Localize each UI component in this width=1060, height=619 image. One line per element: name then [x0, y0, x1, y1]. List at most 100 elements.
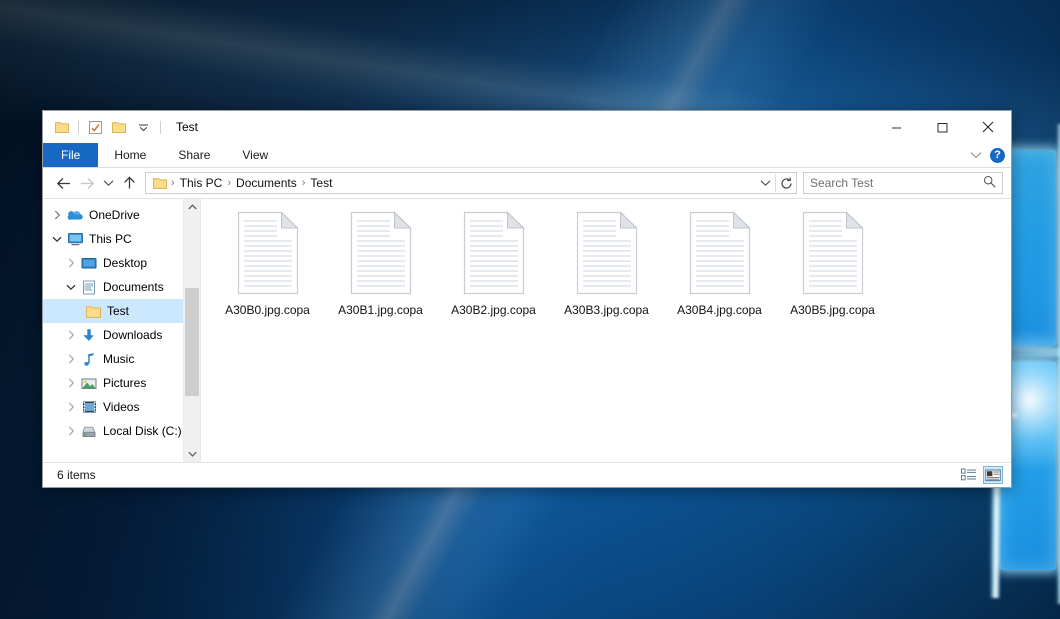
generic-document-icon	[687, 211, 753, 295]
quick-access-toolbar: Test	[43, 111, 198, 143]
chevron-right-icon[interactable]	[63, 378, 79, 388]
explorer-body: OneDrive This PC	[43, 198, 1011, 462]
file-item[interactable]: A30B5.jpg.copa	[776, 207, 889, 318]
sidebar-item-label: This PC	[87, 232, 132, 246]
sidebar-item-local-disk-c[interactable]: Local Disk (C:)	[43, 419, 200, 443]
sidebar-item-label: Local Disk (C:)	[101, 424, 182, 438]
file-list-area[interactable]: A30B0.jpg.copa	[201, 199, 1011, 462]
breadcrumb-item-test[interactable]: Test	[306, 176, 336, 190]
recent-locations-button[interactable]	[99, 171, 117, 195]
search-icon[interactable]	[983, 175, 996, 191]
file-item[interactable]: A30B3.jpg.copa	[550, 207, 663, 318]
file-name: A30B0.jpg.copa	[225, 303, 310, 318]
sidebar-item-label: Music	[101, 352, 134, 366]
sidebar-item-onedrive[interactable]: OneDrive	[43, 203, 200, 227]
generic-document-icon	[574, 211, 640, 295]
hard-drive-icon	[79, 425, 99, 438]
chevron-down-icon[interactable]	[49, 236, 65, 243]
chevron-right-icon[interactable]	[63, 354, 79, 364]
documents-icon	[79, 280, 99, 295]
chevron-right-icon[interactable]	[63, 426, 79, 436]
navigation-pane: OneDrive This PC	[43, 199, 201, 462]
file-grid: A30B0.jpg.copa	[211, 207, 1011, 318]
close-button[interactable]	[965, 111, 1011, 143]
search-box[interactable]: Search Test	[803, 172, 1003, 194]
file-name: A30B2.jpg.copa	[451, 303, 536, 318]
chevron-right-icon[interactable]	[63, 258, 79, 268]
sidebar-item-videos[interactable]: Videos	[43, 395, 200, 419]
address-bar[interactable]: › This PC › Documents › Test	[145, 172, 797, 194]
file-item[interactable]: A30B4.jpg.copa	[663, 207, 776, 318]
forward-button[interactable]	[75, 171, 99, 195]
tab-file[interactable]: File	[43, 143, 98, 167]
videos-film-icon	[79, 400, 99, 414]
pictures-icon	[79, 377, 99, 390]
generic-document-icon	[800, 211, 866, 295]
file-item[interactable]: A30B0.jpg.copa	[211, 207, 324, 318]
sidebar-item-label: Videos	[101, 400, 139, 414]
downloads-arrow-icon	[79, 328, 99, 343]
scroll-down-icon[interactable]	[184, 446, 200, 462]
new-folder-icon[interactable]	[108, 116, 130, 138]
scrollbar-track[interactable]	[184, 215, 200, 446]
file-name: A30B1.jpg.copa	[338, 303, 423, 318]
title-divider	[160, 121, 161, 134]
chevron-right-icon[interactable]	[49, 210, 65, 220]
up-button[interactable]	[117, 171, 141, 195]
desktop-icon	[79, 257, 99, 270]
view-mode-buttons	[959, 463, 1003, 487]
properties-icon[interactable]	[84, 116, 106, 138]
generic-document-icon	[461, 211, 527, 295]
file-explorer-window: Test File Home Share View	[42, 110, 1012, 488]
breadcrumb-folder-icon	[150, 176, 170, 190]
refresh-icon[interactable]	[776, 173, 796, 193]
address-dropdown-icon[interactable]	[755, 173, 775, 193]
computer-icon	[65, 232, 85, 246]
tab-home[interactable]: Home	[98, 143, 162, 167]
sidebar-item-label: OneDrive	[87, 208, 140, 222]
breadcrumb-item-documents[interactable]: Documents	[232, 176, 301, 190]
status-bar: 6 items	[43, 462, 1011, 487]
sidebar-item-label: Test	[105, 304, 129, 318]
music-note-icon	[79, 352, 99, 367]
sidebar-item-music[interactable]: Music	[43, 347, 200, 371]
minimize-button[interactable]	[873, 111, 919, 143]
sidebar-item-test[interactable]: Test	[43, 299, 200, 323]
ribbon-right-controls: ?	[970, 143, 1005, 167]
address-bar-row: › This PC › Documents › Test	[43, 168, 1011, 198]
maximize-button[interactable]	[919, 111, 965, 143]
chevron-right-icon[interactable]	[63, 402, 79, 412]
qat-divider	[78, 121, 79, 134]
sidebar-item-downloads[interactable]: Downloads	[43, 323, 200, 347]
sidebar-item-this-pc[interactable]: This PC	[43, 227, 200, 251]
scroll-up-icon[interactable]	[184, 199, 200, 215]
item-count-label: 6 items	[49, 468, 96, 482]
breadcrumb-item-this-pc[interactable]: This PC	[176, 176, 227, 190]
folder-icon[interactable]	[51, 116, 73, 138]
sidebar-scrollbar[interactable]	[183, 199, 200, 462]
sidebar-item-desktop[interactable]: Desktop	[43, 251, 200, 275]
folder-tree: OneDrive This PC	[43, 199, 200, 443]
file-name: A30B4.jpg.copa	[677, 303, 762, 318]
file-item[interactable]: A30B2.jpg.copa	[437, 207, 550, 318]
chevron-right-icon[interactable]	[63, 330, 79, 340]
file-item[interactable]: A30B1.jpg.copa	[324, 207, 437, 318]
file-name: A30B5.jpg.copa	[790, 303, 875, 318]
window-controls	[873, 111, 1011, 143]
large-icons-view-button[interactable]	[983, 466, 1003, 484]
title-bar: Test	[43, 111, 1011, 143]
search-input[interactable]: Search Test	[810, 176, 983, 190]
ribbon-tab-bar: File Home Share View ?	[43, 143, 1011, 168]
help-icon[interactable]: ?	[990, 148, 1005, 163]
chevron-down-icon[interactable]	[970, 148, 982, 162]
customize-dropdown-icon[interactable]	[132, 116, 154, 138]
chevron-down-icon[interactable]	[63, 284, 79, 291]
tab-view[interactable]: View	[226, 143, 284, 167]
tab-share[interactable]: Share	[162, 143, 226, 167]
generic-document-icon	[235, 211, 301, 295]
scrollbar-thumb[interactable]	[185, 288, 199, 396]
back-button[interactable]	[51, 171, 75, 195]
sidebar-item-documents[interactable]: Documents	[43, 275, 200, 299]
sidebar-item-pictures[interactable]: Pictures	[43, 371, 200, 395]
details-view-button[interactable]	[959, 466, 979, 484]
